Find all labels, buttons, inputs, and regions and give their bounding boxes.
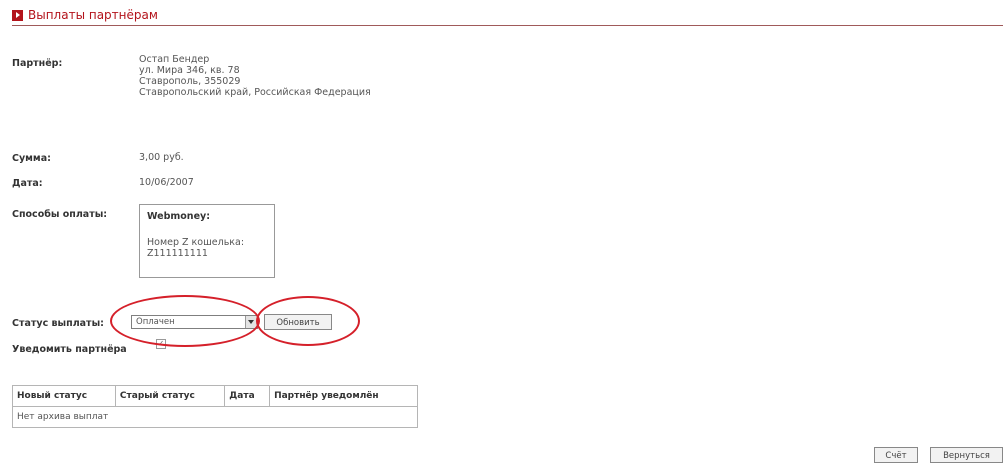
highlight-ring xyxy=(256,296,360,346)
partner-name: Остап Бендер xyxy=(139,54,210,65)
partner-address-line: Ставрополь, 355029 xyxy=(139,76,241,87)
partner-address-line: ул. Мира 346, кв. 78 xyxy=(139,65,240,76)
column-header: Старый статус xyxy=(114,385,226,407)
amount-value: 3,00 руб. xyxy=(139,152,184,163)
amount-label: Сумма: xyxy=(12,153,51,164)
invoice-button[interactable]: Счёт xyxy=(874,447,918,463)
column-header: Новый статус xyxy=(12,385,116,407)
play-square-icon xyxy=(12,10,23,21)
table-header-row: Новый статус Старый статус Дата Партнёр … xyxy=(12,385,418,407)
header-divider xyxy=(12,25,1003,26)
page-title: Выплаты партнёрам xyxy=(28,8,158,22)
column-header: Партнёр уведомлён xyxy=(269,385,418,407)
wallet-label: Номер Z кошелька: xyxy=(147,237,245,248)
partner-address-line: Ставропольский край, Российская Федераци… xyxy=(139,87,371,98)
date-value: 10/06/2007 xyxy=(139,177,194,188)
partner-label: Партнёр: xyxy=(12,58,63,69)
payout-history-table: Новый статус Старый статус Дата Партнёр … xyxy=(12,385,418,428)
back-button[interactable]: Вернуться xyxy=(930,447,1003,463)
table-row: Нет архива выплат xyxy=(12,406,418,428)
status-label: Статус выплаты: xyxy=(12,318,104,329)
highlight-ring xyxy=(110,295,260,347)
partner-info: Остап Бендер ул. Мира 346, кв. 78 Ставро… xyxy=(139,54,371,98)
payment-method-box: Webmoney: Номер Z кошелька: Z111111111 xyxy=(139,204,275,278)
date-label: Дата: xyxy=(12,178,43,189)
wallet-value: Z111111111 xyxy=(147,248,208,259)
empty-history-text: Нет архива выплат xyxy=(12,406,418,428)
notify-label: Уведомить партнёра xyxy=(12,344,127,355)
payment-methods-label: Способы оплаты: xyxy=(12,209,108,220)
payment-method-name: Webmoney: xyxy=(147,211,211,222)
column-header: Дата xyxy=(224,385,271,407)
